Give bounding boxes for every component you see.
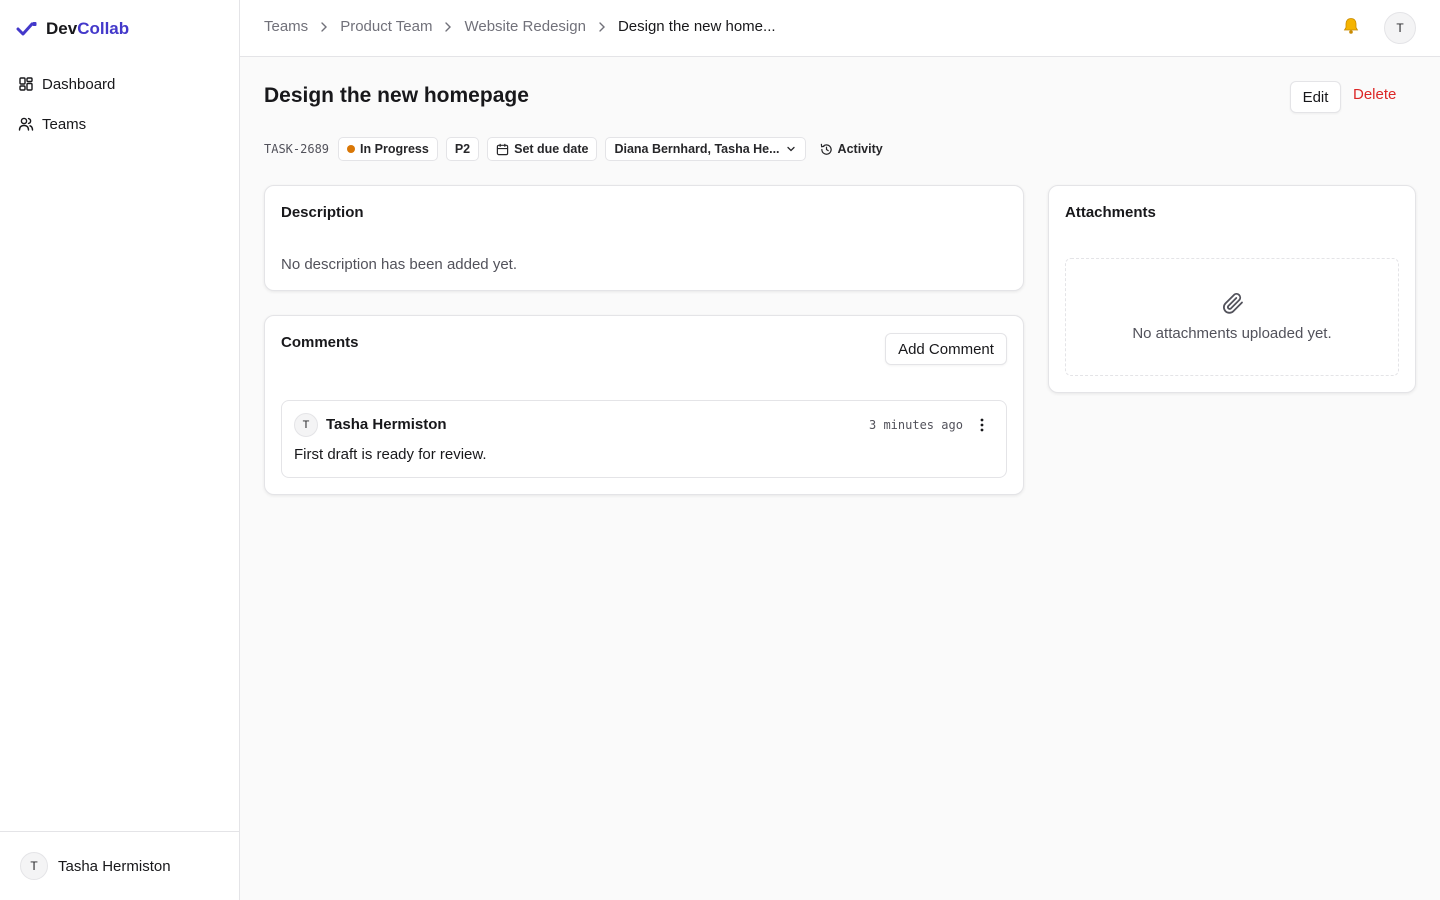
current-user-name: Tasha Hermiston <box>58 857 171 875</box>
topbar: Teams Product Team Website Redesign Desi… <box>240 0 1440 57</box>
breadcrumb-product-team[interactable]: Product Team <box>340 18 432 35</box>
status-dot-icon <box>347 145 356 153</box>
activity-button[interactable]: Activity <box>814 137 889 161</box>
users-icon <box>18 117 34 131</box>
description-text: No description has been added yet. <box>281 256 517 273</box>
priority-label: P2 <box>454 142 471 156</box>
priority-badge[interactable]: P2 <box>445 137 480 161</box>
sidebar: DevCollab Dashboard Teams T Tasha Hermis… <box>0 0 240 900</box>
user-avatar[interactable]: T <box>1384 12 1416 44</box>
task-meta-row: TASK-2689 In Progress P2 Set due date Di… <box>264 137 889 161</box>
description-card: Description No description has been adde… <box>264 185 1024 291</box>
assignees-label: Diana Bernhard, Tasha He... <box>614 142 780 156</box>
assignees-select[interactable]: Diana Bernhard, Tasha He... <box>605 137 806 161</box>
chevron-right-icon <box>596 21 608 33</box>
add-comment-button[interactable]: Add Comment <box>885 333 1007 365</box>
comment-timestamp: 3 minutes ago <box>869 418 963 432</box>
delete-button[interactable]: Delete <box>1353 86 1396 108</box>
layout-grid-icon <box>19 77 33 91</box>
sidebar-nav: Dashboard Teams <box>8 64 232 144</box>
chevron-down-icon <box>786 146 795 152</box>
comment-item: T Tasha Hermiston 3 minutes ago First dr… <box>281 400 1007 478</box>
history-icon <box>820 143 832 155</box>
sidebar-item-dashboard[interactable]: Dashboard <box>8 64 232 104</box>
attachments-title: Attachments <box>1065 204 1156 221</box>
paperclip-icon <box>1223 293 1243 314</box>
sidebar-item-teams[interactable]: Teams <box>8 104 232 144</box>
more-vertical-icon[interactable] <box>974 415 990 435</box>
check-logo-icon <box>16 22 37 36</box>
avatar: T <box>20 852 48 880</box>
status-badge[interactable]: In Progress <box>338 137 438 161</box>
comments-title: Comments <box>281 334 359 351</box>
avatar: T <box>294 413 318 437</box>
breadcrumb-teams[interactable]: Teams <box>264 18 308 35</box>
chevron-right-icon <box>318 21 330 33</box>
description-title: Description <box>281 204 364 221</box>
comment-author: Tasha Hermiston <box>326 416 447 433</box>
page-title: Design the new homepage <box>264 84 529 107</box>
attachments-empty-text: No attachments uploaded yet. <box>1132 325 1332 342</box>
brand-name-dev: Dev <box>46 19 78 38</box>
comment-body: First draft is ready for review. <box>294 446 487 463</box>
bell-icon[interactable] <box>1341 16 1361 41</box>
task-id: TASK-2689 <box>264 142 330 156</box>
sidebar-item-label: Dashboard <box>42 75 116 93</box>
activity-label: Activity <box>837 142 883 156</box>
attachments-empty-state[interactable]: No attachments uploaded yet. <box>1065 258 1399 376</box>
breadcrumb: Teams Product Team Website Redesign Desi… <box>264 18 776 35</box>
comments-card: Comments Add Comment T Tasha Hermiston 3… <box>264 315 1024 495</box>
breadcrumb-website-redesign[interactable]: Website Redesign <box>464 18 585 35</box>
status-label: In Progress <box>360 142 429 156</box>
brand-name-collab: Collab <box>77 19 130 38</box>
due-date-label: Set due date <box>514 142 589 156</box>
chevron-right-icon <box>442 21 454 33</box>
attachments-card: Attachments No attachments uploaded yet. <box>1048 185 1416 393</box>
due-date-button[interactable]: Set due date <box>487 137 598 161</box>
current-user[interactable]: T Tasha Hermiston <box>0 831 239 900</box>
calendar-icon <box>496 143 509 155</box>
app-logo[interactable]: DevCollab <box>16 18 129 40</box>
breadcrumb-current-task: Design the new home... <box>617 18 776 35</box>
edit-button[interactable]: Edit <box>1290 81 1341 113</box>
sidebar-item-label: Teams <box>42 115 87 133</box>
